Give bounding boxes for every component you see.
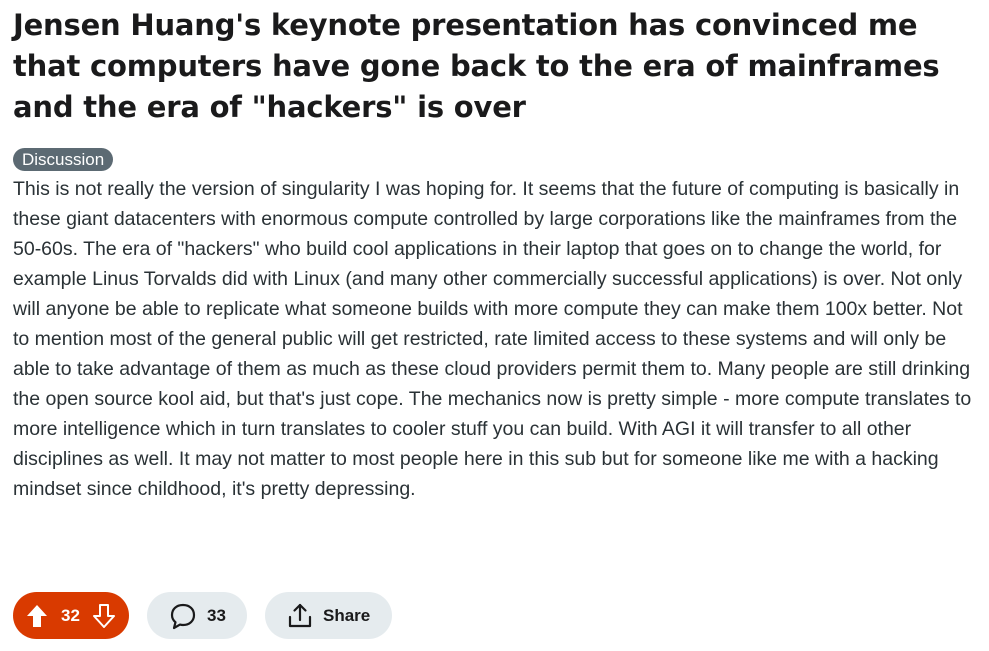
comment-count: 33 [207,605,226,625]
post-flair[interactable]: Discussion [13,148,114,171]
share-label: Share [323,605,371,625]
post-title[interactable]: Jensen Huang's keynote presentation has … [13,5,979,128]
post-action-bar: 32 33 Share [13,592,392,639]
comment-bubble-icon [169,602,197,630]
vote-group: 32 [13,592,129,639]
post: Jensen Huang's keynote presentation has … [13,0,979,504]
vote-count: 32 [61,605,80,625]
comments-button[interactable]: 33 [147,592,247,639]
share-button[interactable]: Share [265,592,392,639]
share-arrow-icon [286,602,314,630]
upvote-arrow-icon[interactable] [26,604,48,628]
downvote-arrow-icon[interactable] [92,603,115,628]
post-body: This is not really the version of singul… [13,178,972,500]
